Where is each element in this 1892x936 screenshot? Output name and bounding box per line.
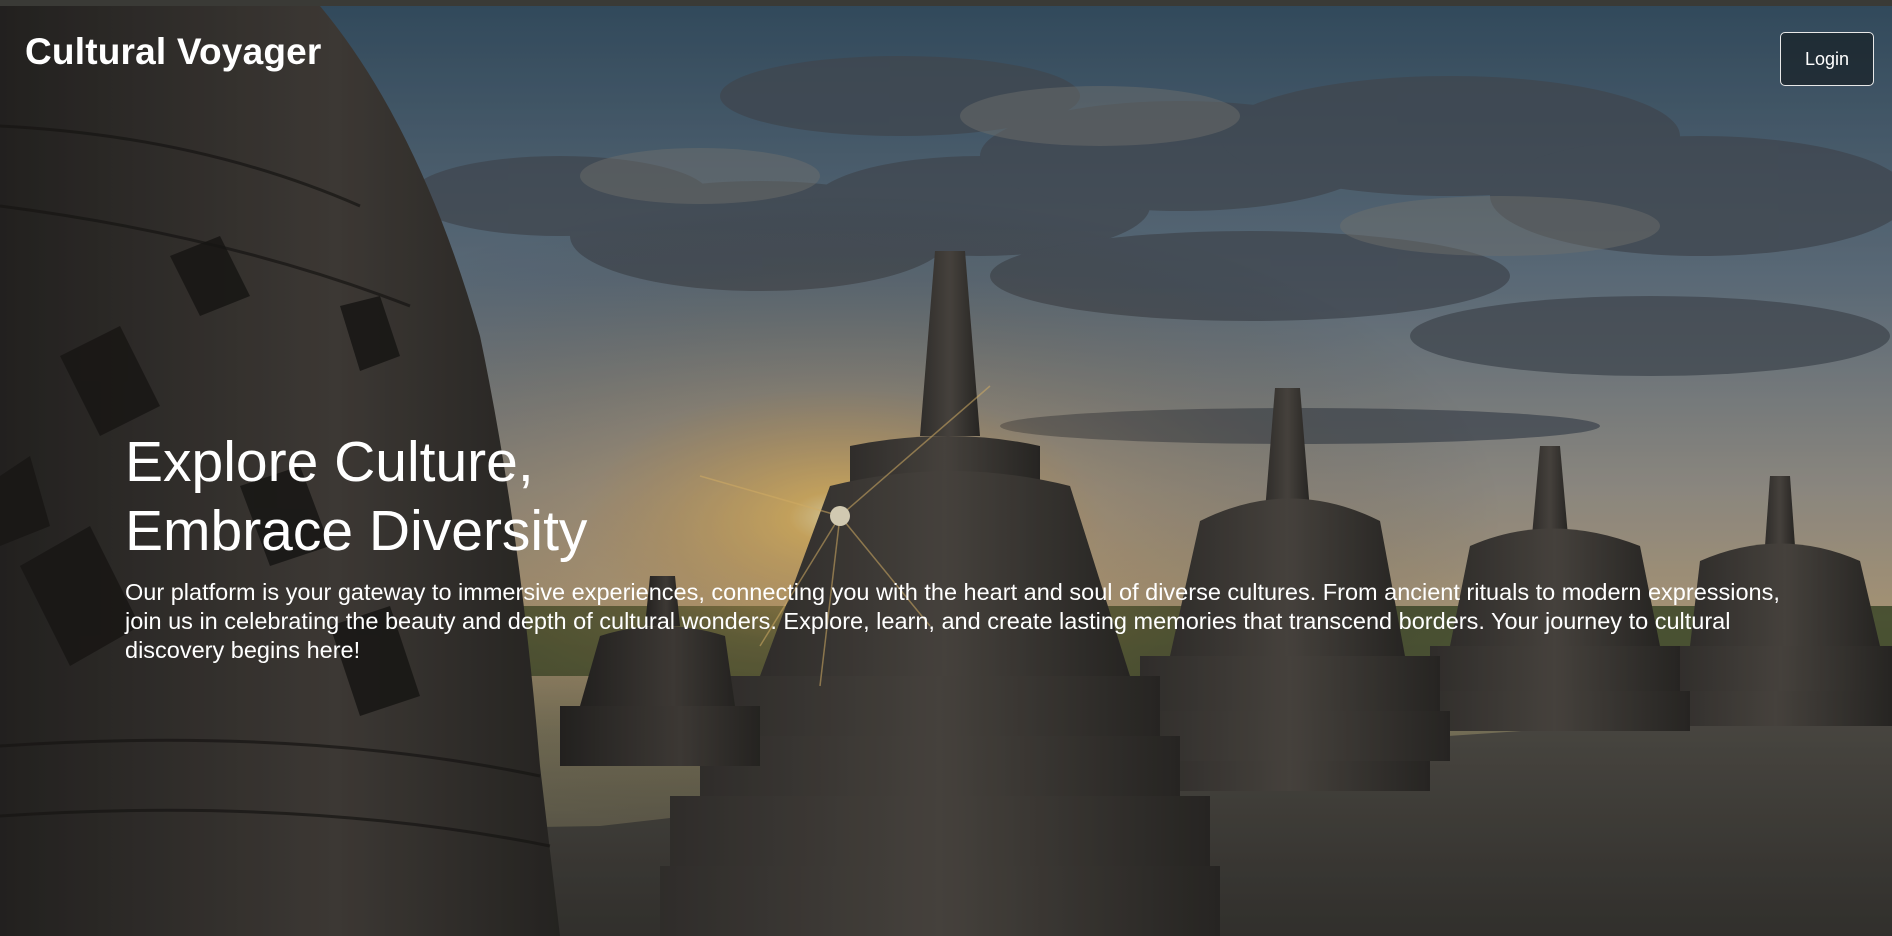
landing-page: Cultural Voyager Login Explore Culture, … [0, 0, 1892, 936]
hero-content: Explore Culture, Embrace Diversity Our p… [125, 428, 1785, 665]
hero-title-line-1: Explore Culture, [125, 430, 534, 494]
hero-description: Our platform is your gateway to immersiv… [125, 579, 1780, 663]
top-browser-strip [0, 0, 1892, 6]
hero-title-line-2: Embrace Diversity [125, 499, 588, 563]
hero-title: Explore Culture, Embrace Diversity [125, 428, 1785, 566]
brand-logo-text[interactable]: Cultural Voyager [25, 33, 322, 70]
login-button[interactable]: Login [1780, 32, 1874, 86]
top-navbar: Cultural Voyager Login [0, 6, 1892, 96]
